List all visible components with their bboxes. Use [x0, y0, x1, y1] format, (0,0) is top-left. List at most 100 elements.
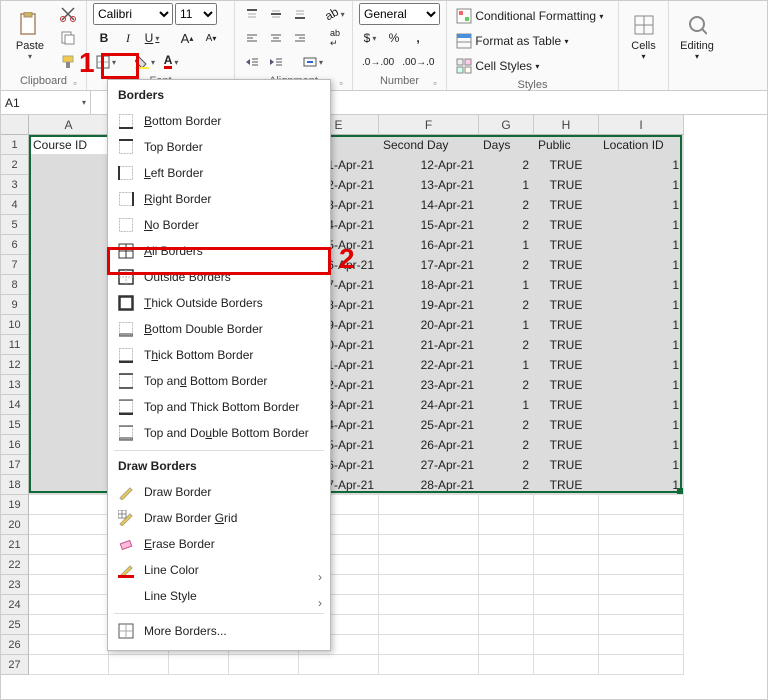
number-launcher-icon[interactable]: ▫ — [430, 78, 440, 88]
menu-item-top-border[interactable]: Top Border — [108, 134, 330, 160]
paste-button[interactable]: Paste ▾ — [7, 3, 53, 69]
cell[interactable] — [534, 595, 599, 615]
comma-button[interactable]: , — [407, 27, 429, 49]
align-bottom-button[interactable] — [289, 3, 311, 25]
cell[interactable] — [29, 295, 109, 315]
cell[interactable]: 1 — [599, 355, 684, 375]
cell[interactable] — [599, 515, 684, 535]
row-header[interactable]: 9 — [1, 295, 29, 315]
row-header[interactable]: 11 — [1, 335, 29, 355]
cell[interactable]: 2 — [479, 215, 534, 235]
cell[interactable]: 1 — [599, 175, 684, 195]
cell[interactable] — [29, 515, 109, 535]
cell[interactable]: 2 — [479, 255, 534, 275]
cell[interactable] — [534, 555, 599, 575]
cell[interactable] — [29, 535, 109, 555]
cell[interactable]: TRUE — [534, 195, 599, 215]
font-color-button[interactable]: A — [160, 51, 182, 73]
row-header[interactable]: 27 — [1, 655, 29, 675]
menu-item-bottom-double-border[interactable]: Bottom Double Border — [108, 316, 330, 342]
cell[interactable] — [479, 575, 534, 595]
number-format-select[interactable]: General — [359, 3, 440, 25]
cell[interactable] — [29, 655, 109, 675]
cell[interactable]: 1 — [599, 315, 684, 335]
cell[interactable] — [379, 635, 479, 655]
cell[interactable] — [29, 475, 109, 495]
cell[interactable] — [29, 555, 109, 575]
row-header[interactable]: 14 — [1, 395, 29, 415]
row-header[interactable]: 2 — [1, 155, 29, 175]
cell[interactable] — [29, 375, 109, 395]
underline-button[interactable]: U — [141, 27, 163, 49]
percent-button[interactable]: % — [383, 27, 405, 49]
font-name-select[interactable]: Calibri — [93, 3, 173, 25]
row-header[interactable]: 16 — [1, 435, 29, 455]
cell[interactable]: TRUE — [534, 235, 599, 255]
cell[interactable] — [29, 415, 109, 435]
cell[interactable]: Location ID — [599, 135, 684, 155]
row-header[interactable]: 24 — [1, 595, 29, 615]
menu-item-top-and-bottom-border[interactable]: Top and Bottom Border — [108, 368, 330, 394]
cell[interactable] — [169, 655, 229, 675]
cell[interactable]: 21-Apr-21 — [379, 335, 479, 355]
row-header[interactable]: 15 — [1, 415, 29, 435]
cell[interactable]: 2 — [479, 455, 534, 475]
cell[interactable]: 23-Apr-21 — [379, 375, 479, 395]
cell[interactable]: Days — [479, 135, 534, 155]
cell[interactable]: TRUE — [534, 455, 599, 475]
cell[interactable] — [479, 535, 534, 555]
editing-button[interactable]: Editing▾ — [675, 3, 719, 69]
accounting-format-button[interactable]: $ — [359, 27, 381, 49]
cell[interactable] — [599, 595, 684, 615]
row-header[interactable]: 22 — [1, 555, 29, 575]
format-as-table-button[interactable]: Format as Table ▾ — [453, 30, 613, 52]
cell[interactable] — [299, 655, 379, 675]
cell[interactable] — [379, 515, 479, 535]
cell[interactable]: 26-Apr-21 — [379, 435, 479, 455]
cell[interactable] — [479, 515, 534, 535]
cell[interactable]: Second Day — [379, 135, 479, 155]
col-header-A[interactable]: A — [29, 115, 109, 135]
cell[interactable]: Public — [534, 135, 599, 155]
menu-item-draw-border[interactable]: Draw Border — [108, 479, 330, 505]
cell[interactable]: TRUE — [534, 415, 599, 435]
cell[interactable]: 2 — [479, 335, 534, 355]
cell[interactable]: 1 — [599, 335, 684, 355]
cell[interactable]: 1 — [599, 275, 684, 295]
cell[interactable] — [379, 575, 479, 595]
cell[interactable]: 13-Apr-21 — [379, 175, 479, 195]
cell[interactable]: 15-Apr-21 — [379, 215, 479, 235]
cell[interactable] — [29, 495, 109, 515]
menu-item-right-border[interactable]: Right Border — [108, 186, 330, 212]
align-top-button[interactable] — [241, 3, 263, 25]
cell[interactable]: Course ID — [29, 135, 109, 155]
cell[interactable] — [599, 615, 684, 635]
menu-item-left-border[interactable]: Left Border — [108, 160, 330, 186]
cell[interactable]: 1 — [479, 395, 534, 415]
cell[interactable]: 2 — [479, 475, 534, 495]
align-right-button[interactable] — [289, 27, 311, 49]
cell[interactable]: 1 — [599, 475, 684, 495]
menu-item-no-border[interactable]: No Border — [108, 212, 330, 238]
row-header[interactable]: 21 — [1, 535, 29, 555]
cell[interactable]: 1 — [599, 235, 684, 255]
cell[interactable]: TRUE — [534, 335, 599, 355]
cell[interactable] — [29, 335, 109, 355]
cell[interactable]: TRUE — [534, 475, 599, 495]
cell[interactable] — [379, 615, 479, 635]
cells-button[interactable]: Cells▾ — [625, 3, 662, 69]
cell[interactable]: 20-Apr-21 — [379, 315, 479, 335]
cell[interactable] — [29, 395, 109, 415]
cell[interactable]: TRUE — [534, 295, 599, 315]
cell[interactable]: 1 — [599, 255, 684, 275]
cell[interactable] — [379, 655, 479, 675]
bold-button[interactable]: B — [93, 27, 115, 49]
cell[interactable]: TRUE — [534, 275, 599, 295]
cell[interactable] — [29, 275, 109, 295]
shrink-font-button[interactable]: A▾ — [200, 27, 222, 49]
cell[interactable]: 1 — [599, 435, 684, 455]
cell[interactable]: TRUE — [534, 315, 599, 335]
cell[interactable]: TRUE — [534, 175, 599, 195]
cell[interactable] — [29, 615, 109, 635]
cell[interactable] — [479, 555, 534, 575]
